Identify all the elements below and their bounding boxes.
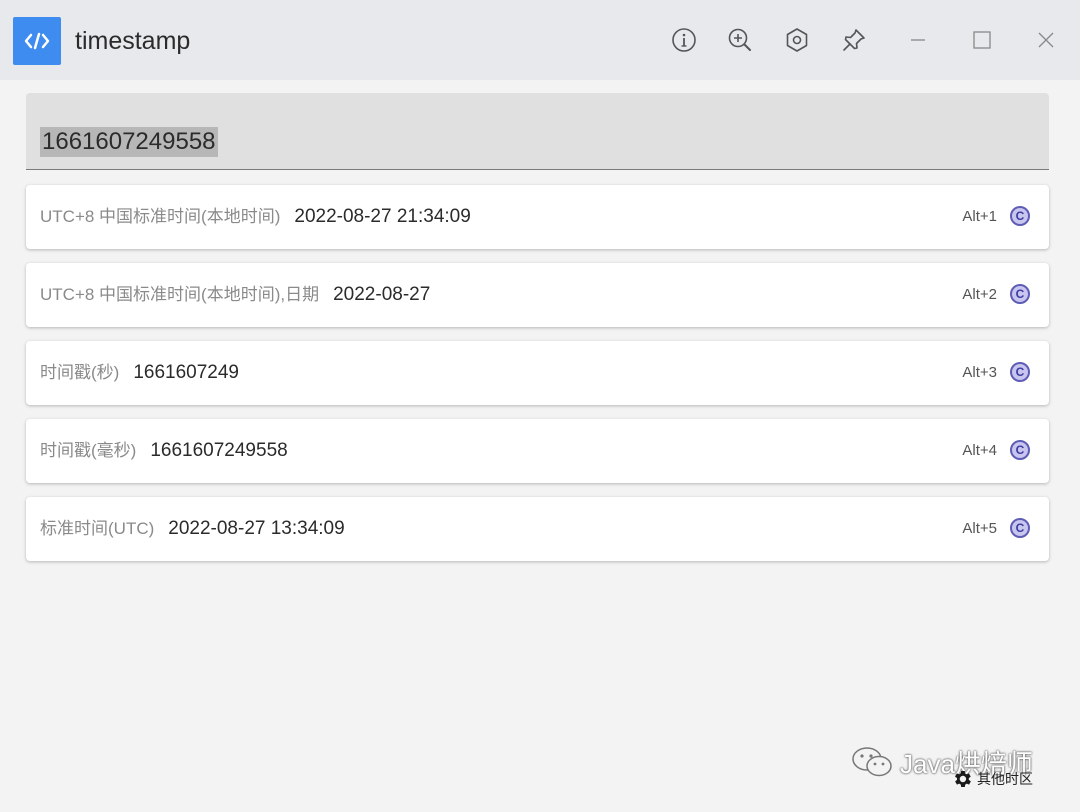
pin-button[interactable] xyxy=(838,24,870,56)
result-value[interactable]: 1661607249558 xyxy=(150,440,287,461)
result-label: 时间戳(毫秒) xyxy=(40,441,137,460)
result-value[interactable]: 2022-08-27 xyxy=(333,284,430,305)
result-value[interactable]: 2022-08-27 13:34:09 xyxy=(168,518,344,539)
result-value[interactable]: 1661607249 xyxy=(133,362,239,383)
shortcut-hint: Alt+3 xyxy=(962,364,997,381)
zoom-in-button[interactable] xyxy=(724,24,756,56)
other-timezones-button[interactable]: 其他时区 xyxy=(951,768,1033,790)
result-label: UTC+8 中国标准时间(本地时间),日期 xyxy=(40,285,320,304)
result-card-2[interactable]: UTC+8 中国标准时间(本地时间),日期 2022-08-27 Alt+2 C xyxy=(26,263,1049,327)
shortcut-hint: Alt+5 xyxy=(962,520,997,537)
info-icon xyxy=(672,28,696,52)
settings-button[interactable] xyxy=(781,24,813,56)
title-bar: timestamp xyxy=(0,0,1080,80)
close-icon xyxy=(1038,32,1054,48)
timestamp-input[interactable]: 1661607249558 xyxy=(40,127,218,157)
result-value[interactable]: 2022-08-27 21:34:09 xyxy=(294,206,470,227)
result-card-5[interactable]: 标准时间(UTC) 2022-08-27 13:34:09 Alt+5 C xyxy=(26,497,1049,561)
pin-icon xyxy=(843,29,865,51)
info-button[interactable] xyxy=(668,24,700,56)
minimize-icon xyxy=(911,39,925,41)
copy-icon[interactable]: C xyxy=(1010,518,1030,538)
minimize-button[interactable] xyxy=(902,24,934,56)
result-label: 时间戳(秒) xyxy=(40,363,120,382)
result-card-3[interactable]: 时间戳(秒) 1661607249 Alt+3 C xyxy=(26,341,1049,405)
copy-icon[interactable]: C xyxy=(1010,362,1030,382)
close-button[interactable] xyxy=(1030,24,1062,56)
copy-icon[interactable]: C xyxy=(1010,440,1030,460)
result-card-4[interactable]: 时间戳(毫秒) 1661607249558 Alt+4 C xyxy=(26,419,1049,483)
copy-icon[interactable]: C xyxy=(1010,206,1030,226)
code-icon xyxy=(13,17,61,65)
wechat-icon xyxy=(852,747,892,777)
hexagon-settings-icon xyxy=(786,28,808,52)
shortcut-hint: Alt+4 xyxy=(962,442,997,459)
maximize-icon xyxy=(973,31,991,49)
copy-icon[interactable]: C xyxy=(1010,284,1030,304)
gear-icon xyxy=(955,771,971,787)
result-label: UTC+8 中国标准时间(本地时间) xyxy=(40,207,281,226)
zoom-in-icon xyxy=(728,28,751,51)
maximize-button[interactable] xyxy=(966,24,998,56)
result-label: 标准时间(UTC) xyxy=(40,519,155,538)
result-card-1[interactable]: UTC+8 中国标准时间(本地时间) 2022-08-27 21:34:09 Al… xyxy=(26,185,1049,249)
app-title: timestamp xyxy=(75,27,191,55)
search-box[interactable]: 1661607249558 xyxy=(26,93,1049,170)
shortcut-hint: Alt+1 xyxy=(962,208,997,225)
main-content: 1661607249558 UTC+8 中国标准时间(本地时间) 2022-08-… xyxy=(0,80,1080,812)
other-timezones-label: 其他时区 xyxy=(977,771,1033,787)
shortcut-hint: Alt+2 xyxy=(962,286,997,303)
